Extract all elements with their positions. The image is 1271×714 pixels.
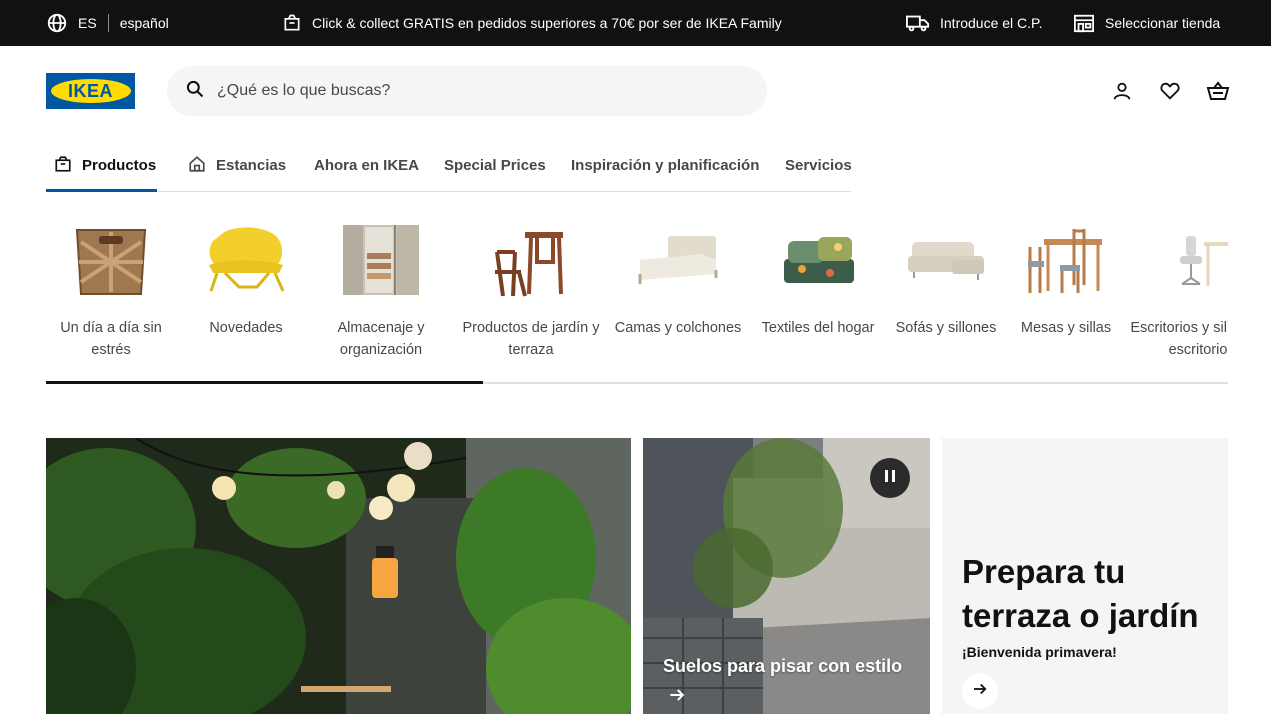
hero-image-flooring[interactable]: Suelos para pisar con estilo: [643, 438, 930, 714]
ikea-logo[interactable]: IKEA: [46, 73, 135, 109]
language-name: español: [119, 15, 169, 31]
promo-card[interactable]: Prepara tu terraza o jardín ¡Bienvenida …: [942, 438, 1228, 714]
logo-oval: IKEA: [50, 79, 131, 103]
category-item[interactable]: Almacenaje y organización: [311, 215, 451, 361]
category-label: Novedades: [209, 320, 283, 336]
category-carousel: Un día a día sin estrés Novedades Almace…: [46, 215, 1228, 365]
promo-arrow-button[interactable]: [962, 673, 998, 709]
tab-label: Productos: [82, 157, 157, 174]
globe-icon: [46, 12, 68, 34]
tab-special-prices[interactable]: Special Prices: [444, 140, 546, 191]
category-label: Almacenaje y organización: [337, 320, 425, 358]
category-label: Textiles del hogar: [761, 320, 875, 336]
arrow-right-icon: [971, 680, 989, 703]
tab-label: Servicios: [785, 157, 852, 174]
language-code: ES: [78, 15, 97, 31]
category-label: Camas y colchones: [614, 320, 742, 336]
box-icon: [54, 155, 72, 177]
category-item[interactable]: Mesas y sillas: [996, 215, 1136, 339]
category-label: Sofás y sillones: [895, 320, 997, 336]
tab-label: Ahora en IKEA: [314, 157, 420, 174]
category-item[interactable]: Productos de jardín y terraza: [461, 215, 601, 361]
category-label: Escritorios y sillas de escritorio: [1130, 320, 1228, 358]
lounge-chair-icon: [201, 215, 291, 305]
category-label: Mesas y sillas: [1020, 320, 1112, 336]
tab-label: Special Prices: [444, 157, 546, 174]
main-nav: Productos Estancias Ahora en IKEA Specia…: [46, 140, 852, 192]
category-item[interactable]: Novedades: [176, 215, 316, 339]
language-selector[interactable]: ES español: [46, 0, 169, 46]
top-bar: ES español Click & collect GRATIS en ped…: [0, 0, 1271, 46]
tab-label: Estancias: [216, 157, 287, 174]
store-selector[interactable]: Seleccionar tienda: [1073, 0, 1220, 46]
flooring-caption[interactable]: Suelos para pisar con estilo: [663, 656, 902, 677]
textiles-icon: [773, 215, 863, 305]
active-tab-indicator: [46, 189, 157, 192]
tab-label: Inspiración y planificación: [571, 157, 760, 174]
dining-set-icon: [1021, 215, 1111, 305]
wardrobe-icon: [336, 215, 426, 305]
carousel-scrollbar-thumb[interactable]: [46, 381, 484, 384]
category-item[interactable]: Camas y colchones: [608, 215, 748, 339]
search-input[interactable]: [217, 82, 717, 100]
cart-icon[interactable]: [1206, 79, 1230, 103]
postcode-button[interactable]: Introduce el C.P.: [906, 0, 1042, 46]
search-icon: [185, 79, 205, 104]
category-label: Un día a día sin estrés: [60, 320, 162, 358]
promo-subtitle: ¡Bienvenida primavera!: [962, 644, 1117, 660]
category-item[interactable]: Un día a día sin estrés: [46, 215, 181, 361]
hero-image-garden[interactable]: [46, 438, 631, 714]
pause-icon: [883, 469, 897, 488]
flooring-arrow-button[interactable]: [659, 679, 695, 714]
truck-icon: [906, 13, 930, 33]
store-label: Seleccionar tienda: [1105, 15, 1221, 31]
sofa-icon: [901, 215, 991, 305]
tab-ahora-en-ikea[interactable]: Ahora en IKEA: [314, 140, 419, 191]
logo-text: IKEA: [67, 80, 113, 101]
basket-icon: [66, 215, 156, 305]
tab-servicios[interactable]: Servicios: [785, 140, 852, 191]
language-divider: [107, 14, 109, 32]
category-item[interactable]: Textiles del hogar: [748, 215, 888, 339]
promo-title: Prepara tu terraza o jardín: [962, 553, 1199, 634]
heart-icon[interactable]: [1158, 79, 1182, 103]
category-item[interactable]: Sofás y sillones: [876, 215, 1016, 339]
promo-banner[interactable]: Click & collect GRATIS en pedidos superi…: [282, 0, 782, 46]
category-item[interactable]: Escritorios y sillas de escritorio: [1123, 215, 1228, 361]
postcode-label: Introduce el C.P.: [940, 15, 1043, 31]
tab-estancias[interactable]: Estancias: [188, 140, 286, 191]
account-icon[interactable]: [1110, 79, 1134, 103]
category-label: Productos de jardín y terraza: [462, 320, 600, 358]
tab-productos[interactable]: Productos: [54, 140, 156, 191]
tab-inspiracion[interactable]: Inspiración y planificación: [571, 140, 759, 191]
garden-furniture-icon: [486, 215, 576, 305]
store-icon: [1073, 13, 1095, 33]
desk-icon: [1168, 215, 1228, 305]
home-icon: [188, 155, 206, 177]
pause-button[interactable]: [870, 458, 910, 498]
carousel-scrollbar[interactable]: [46, 381, 1228, 384]
promo-text: Click & collect GRATIS en pedidos superi…: [312, 15, 782, 31]
shopping-bag-icon: [282, 13, 302, 33]
bed-icon: [633, 215, 723, 305]
search-bar[interactable]: [167, 66, 767, 116]
arrow-right-icon: [667, 685, 687, 710]
